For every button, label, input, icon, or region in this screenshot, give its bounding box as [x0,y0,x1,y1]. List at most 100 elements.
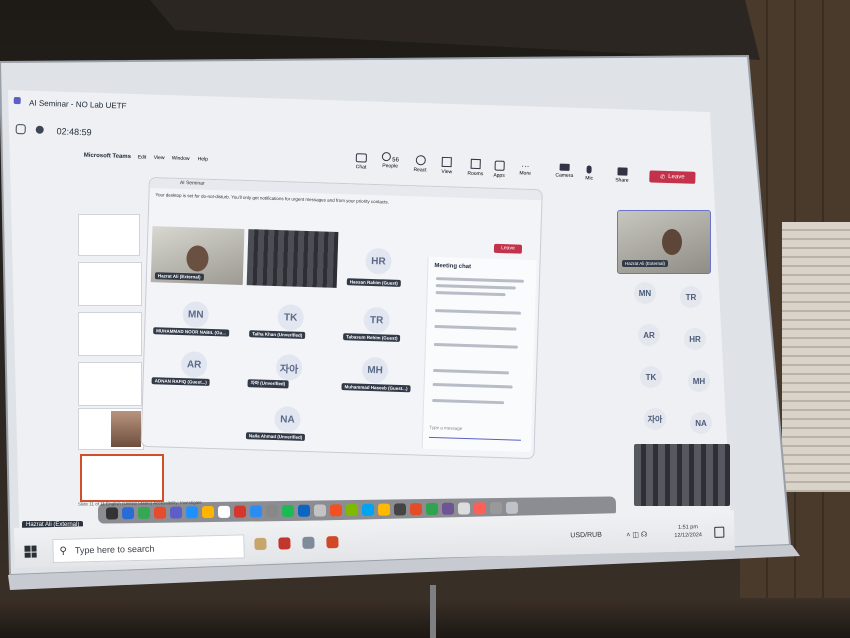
dock-app-icon[interactable] [361,503,375,516]
participant-tile[interactable]: TK Talha Khan (Unverified) [245,293,336,342]
side-avatar[interactable]: TR [680,286,702,308]
leave-button[interactable]: ✆ Leave [649,170,696,184]
tile-name: Hassan Rahim (Guest) [346,278,401,287]
dock-app-icon[interactable] [233,505,247,518]
shield-icon [15,123,26,135]
camera-button[interactable]: Camera [555,163,573,179]
slide-thumb[interactable] [78,408,144,450]
dock-app-icon[interactable] [185,506,199,519]
side-presenter-video[interactable]: Hazrat Ali (External) [617,210,711,274]
participant-tile[interactable]: 자아 자아 (Unverified) [243,343,334,392]
dock-app-icon[interactable] [265,505,279,518]
dock-app-icon[interactable] [169,506,183,519]
clock[interactable]: 1:51 pm 12/12/2024 [674,523,702,540]
apps-button[interactable]: Apps [493,160,505,179]
side-avatar[interactable]: AR [638,324,660,346]
rooms-label: Rooms [467,170,484,178]
participant-tile[interactable]: MN MUHAMMAD NOOR NABIL (Gu... [149,290,242,339]
chat-button[interactable]: Chat [355,153,367,171]
participant-avatar: TR [363,306,391,334]
grid-icon [441,156,453,168]
mic-icon [586,165,593,174]
dock-app-icon[interactable] [409,503,423,516]
participant-tile[interactable]: NA Naila Ahmad (Unverified) [242,395,333,444]
side-avatar[interactable]: MH [688,370,710,392]
notification-icon[interactable] [714,526,725,538]
react-button[interactable]: React [413,155,427,173]
dock-app-icon[interactable] [105,507,119,520]
view-button[interactable]: View [441,156,453,175]
side-avatar[interactable]: TK [640,366,662,388]
dock-app-icon[interactable] [473,502,487,515]
rooms-button[interactable]: Rooms [467,158,484,178]
teams-logo-icon [13,97,21,105]
trash-icon[interactable] [505,501,519,514]
windows-start-icon[interactable] [24,545,37,558]
menu-help[interactable]: Help [198,156,208,162]
dock-app-icon[interactable] [313,504,327,517]
meeting-window: AI Seminar Your desktop is set for do-no… [141,178,542,459]
slide-thumb[interactable] [78,262,142,306]
chat-input[interactable]: Type a message [428,424,522,441]
side-avatar[interactable]: HR [684,328,706,350]
app-menu-label[interactable]: Microsoft Teams [84,153,131,160]
participant-tile[interactable]: MH Muhammad Haseeb (Guest...) [339,346,411,394]
start-tile [24,552,31,558]
dock-app-icon[interactable] [281,504,295,518]
participant-tile[interactable]: HR Hassan Rahim (Guest) [343,232,415,290]
dock-app-icon[interactable] [345,503,359,517]
dock-app-icon[interactable] [441,502,455,515]
currency-widget[interactable]: USD/RUB [570,532,602,540]
dock-app-icon[interactable] [201,505,215,519]
dock-app-icon[interactable] [217,505,231,518]
side-avatar[interactable]: NA [690,412,712,434]
dock-app-icon[interactable] [121,507,135,520]
chat-message [432,398,505,405]
dock-app-icon[interactable] [457,502,471,515]
more-button[interactable]: ··· More [519,161,531,176]
video-tile-room[interactable] [246,229,339,288]
dock-app-icon[interactable] [377,503,391,516]
dock-app-icon[interactable] [153,506,167,519]
taskbar-app-icon[interactable] [254,537,267,551]
dock-app-icon[interactable] [489,501,503,515]
dock-app-icon[interactable] [329,504,343,517]
dock-app-icon[interactable] [425,502,439,516]
people-button[interactable]: 56 People [381,151,399,170]
participant-avatar: MH [361,356,389,384]
share-button[interactable]: Share [615,167,629,184]
chat-message [433,343,518,349]
leave-label: Leave [668,173,685,181]
menu-edit[interactable]: Edit [138,154,147,160]
side-avatar[interactable]: 자아 [644,408,666,430]
participant-tile[interactable]: TR Tabasum Rehim (Guest) [341,296,412,344]
participant-avatar: AR [180,351,208,378]
dock-app-icon[interactable] [137,506,151,520]
side-avatar[interactable]: MN [634,282,656,304]
mic-button[interactable]: Mic [585,165,593,182]
menu-view[interactable]: View [154,155,165,161]
dock-app-icon[interactable] [393,503,407,516]
video-tile-presenter[interactable]: Hazrat Ali (External) [150,226,245,285]
participant-avatar: MN [182,301,210,328]
slide-thumb[interactable] [78,362,142,406]
participant-tile[interactable]: AR ADNAN RAFIQ (Guest...) [147,340,240,389]
taskbar-search-box[interactable]: ⚲ Type here to search [52,534,245,564]
side-room-video[interactable] [634,444,730,506]
clock-date: 12/12/2024 [674,532,702,539]
taskbar-app-icon[interactable] [302,536,315,549]
tile-name: Muhammad Haseeb (Guest...) [341,383,411,393]
slide-thumb-current[interactable] [80,454,164,502]
dock-app-icon[interactable] [249,505,263,518]
slide-thumb[interactable] [78,312,142,356]
chat-title: Meeting chat [434,262,472,271]
taskbar-app-icon[interactable] [278,537,291,550]
search-icon: ⚲ [59,545,68,557]
dock-app-icon[interactable] [297,504,311,517]
inner-leave-button[interactable]: Leave [493,243,523,254]
presenter-head [662,229,682,255]
tray-icons[interactable]: ˄ ◫ ☊ [626,531,647,540]
taskbar-app-icon[interactable] [326,536,339,549]
slide-thumb[interactable] [78,214,140,256]
menu-window[interactable]: Window [172,155,190,162]
